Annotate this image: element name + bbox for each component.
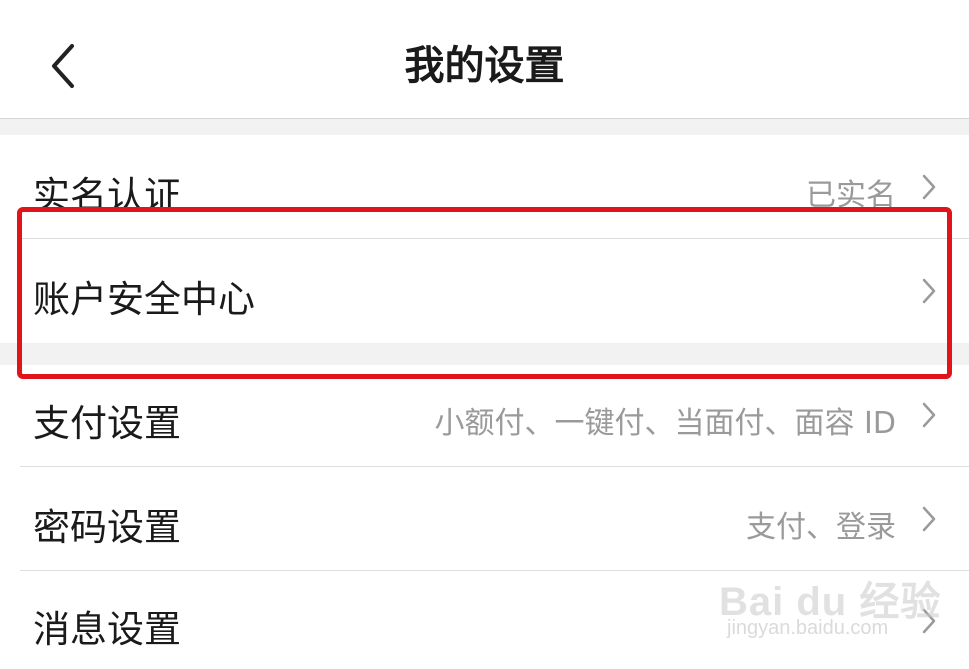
settings-item-value: 小额付、一键付、当面付、面容 ID [434,406,896,441]
settings-item-account-security[interactable]: 账户安全中心 [0,239,969,343]
settings-item-value: 支付、登录 [746,510,896,545]
settings-item-payment[interactable]: 支付设置 小额付、一键付、当面付、面容 ID [0,365,969,466]
settings-item-label: 支付设置 [33,402,181,445]
settings-item-label: 账户安全中心 [33,278,255,321]
nav-bar: 我的设置 [0,0,969,119]
settings-item-label: 实名认证 [33,174,181,217]
watermark-url: jingyan.baidu.com [727,617,889,639]
section-gap [0,343,969,365]
section-gap [0,119,969,135]
settings-item-password[interactable]: 密码设置 支付、登录 [0,467,969,570]
chevron-right-icon [922,278,936,304]
chevron-right-icon [922,402,936,428]
settings-item-label: 密码设置 [33,506,181,549]
page-title: 我的设置 [404,43,565,89]
settings-item-label: 消息设置 [33,608,181,651]
settings-item-real-name[interactable]: 实名认证 已实名 [0,135,969,239]
baidu-jingyan-watermark: Bai du 经验 jingyan.baidu.com [719,559,940,649]
chevron-right-icon [922,506,936,532]
settings-item-value: 已实名 [806,178,896,213]
chevron-right-icon [922,174,936,200]
